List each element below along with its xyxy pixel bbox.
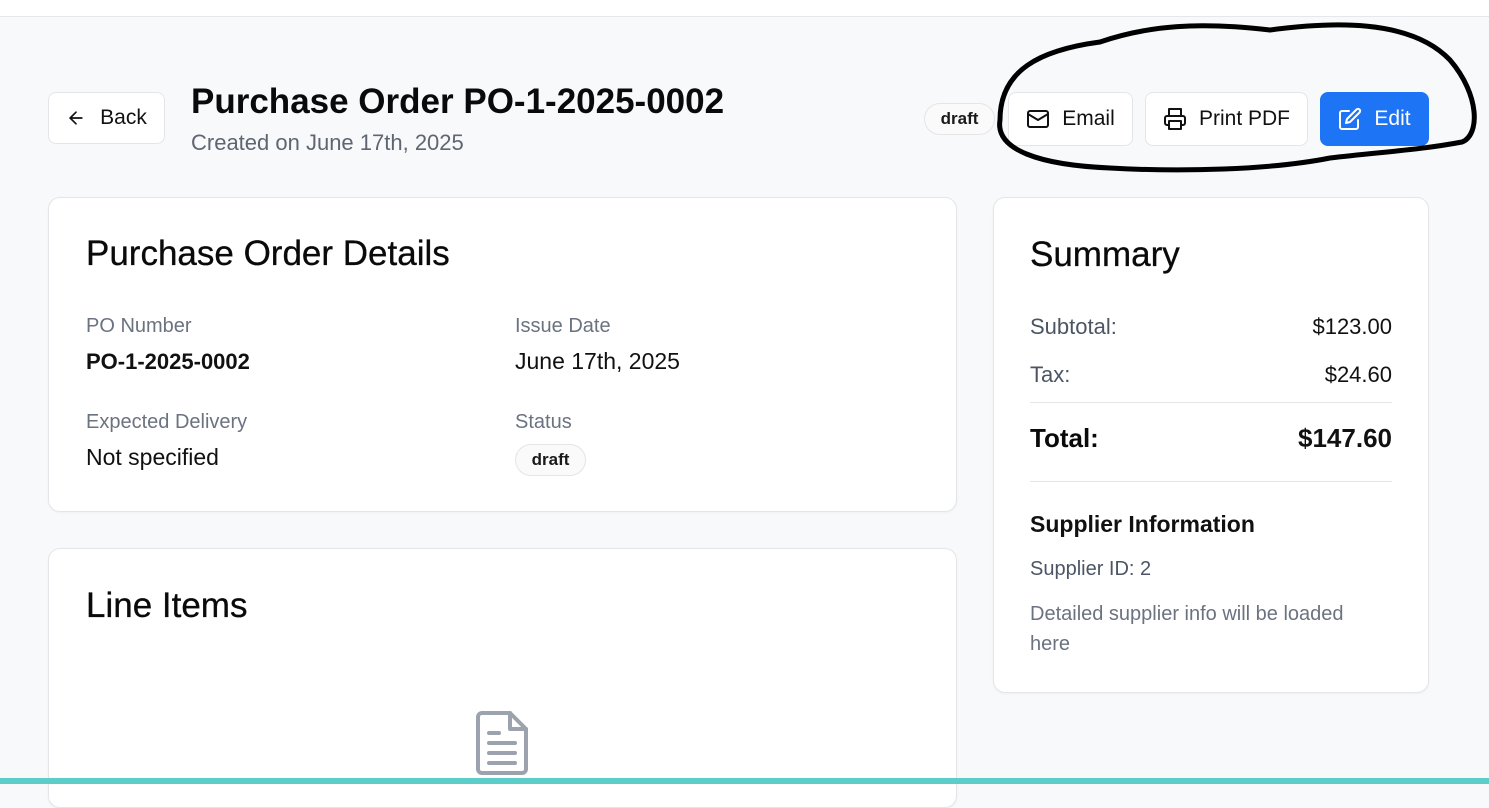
- total-value: $147.60: [1298, 423, 1392, 453]
- top-bar: [0, 0, 1489, 17]
- total-row: Total: $147.60: [1030, 423, 1392, 454]
- print-pdf-button-label: Print PDF: [1198, 107, 1290, 130]
- email-button[interactable]: Email: [1008, 92, 1133, 146]
- edit-button-label: Edit: [1374, 107, 1411, 130]
- document-icon: [474, 709, 532, 782]
- back-button[interactable]: Back: [48, 92, 165, 144]
- tax-value: $24.60: [1324, 362, 1392, 387]
- po-number-value: PO-1-2025-0002: [86, 349, 250, 374]
- arrow-left-icon: [66, 108, 86, 128]
- issue-date-label: Issue Date: [515, 315, 611, 337]
- supplier-id: Supplier ID: 2: [1030, 558, 1152, 580]
- summary-divider: [1030, 402, 1392, 403]
- back-button-label: Back: [100, 106, 147, 129]
- supplier-info-note: Detailed supplier info will be loaded he…: [1030, 603, 1344, 655]
- summary-card: Summary Subtotal: $123.00 Tax: $24.60 To…: [993, 197, 1429, 693]
- expected-delivery-value: Not specified: [86, 444, 219, 470]
- purchase-order-details-card: Purchase Order Details PO Number PO-1-20…: [48, 197, 957, 512]
- edit-icon: [1338, 107, 1362, 131]
- expected-delivery-label: Expected Delivery: [86, 411, 248, 433]
- status-badge-detail: draft: [515, 444, 586, 476]
- supplier-divider: [1030, 481, 1392, 482]
- total-label: Total:: [1030, 423, 1099, 453]
- issue-date-value: June 17th, 2025: [515, 348, 680, 374]
- status-badge: draft: [924, 103, 995, 135]
- email-button-label: Email: [1062, 107, 1115, 130]
- page-subtitle: Created on June 17th, 2025: [191, 130, 464, 155]
- page-title: Purchase Order PO-1-2025-0002: [191, 82, 725, 121]
- status-label: Status: [515, 411, 572, 433]
- subtotal-value: $123.00: [1312, 314, 1392, 339]
- line-items-title: Line Items: [86, 586, 248, 625]
- mail-icon: [1026, 107, 1050, 131]
- summary-card-title: Summary: [1030, 235, 1180, 274]
- tax-label: Tax:: [1030, 362, 1071, 387]
- po-number-label: PO Number: [86, 315, 192, 337]
- tax-row: Tax: $24.60: [1030, 362, 1392, 388]
- bottom-accent-strip: [0, 778, 1489, 784]
- line-items-card: Line Items: [48, 548, 957, 808]
- print-pdf-button[interactable]: Print PDF: [1145, 92, 1308, 146]
- edit-button[interactable]: Edit: [1320, 92, 1429, 146]
- details-card-title: Purchase Order Details: [86, 234, 450, 273]
- printer-icon: [1163, 107, 1187, 131]
- subtotal-label: Subtotal:: [1030, 314, 1117, 339]
- subtotal-row: Subtotal: $123.00: [1030, 314, 1392, 340]
- supplier-info-title: Supplier Information: [1030, 511, 1255, 537]
